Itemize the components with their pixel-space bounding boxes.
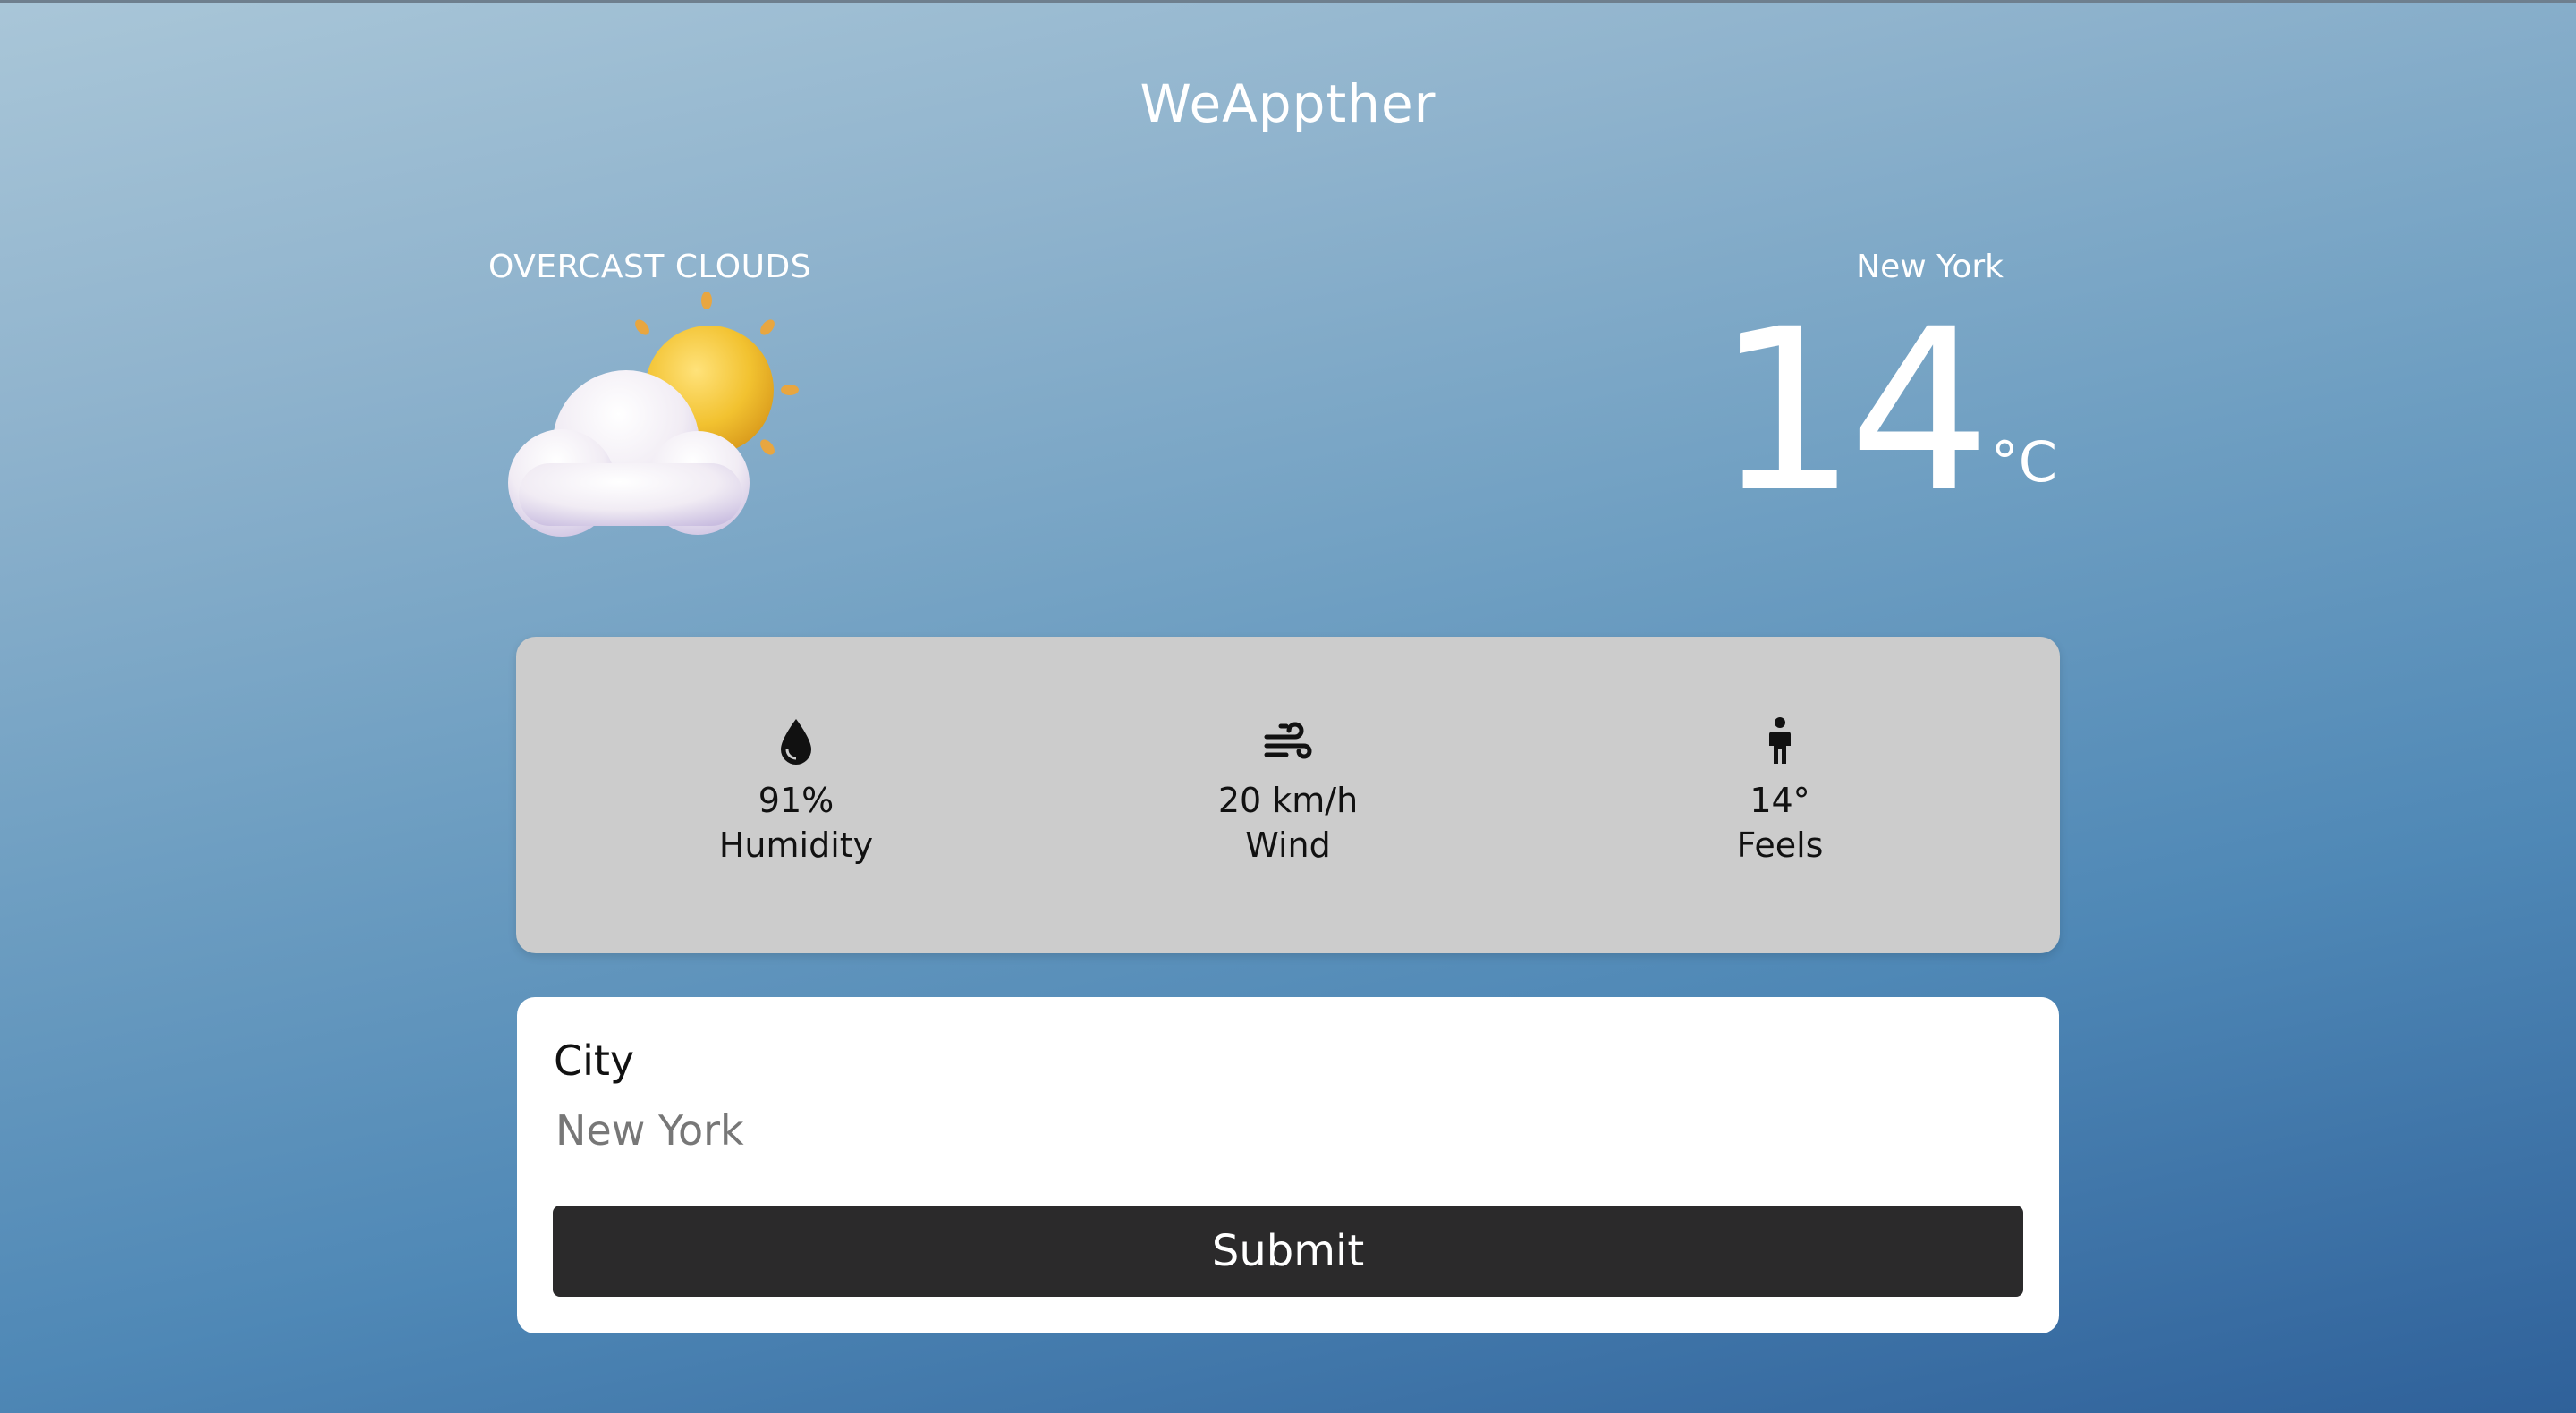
stats-card: 91% Humidity 20 km/h Wind 14° Feels [516,637,2060,953]
app-title: WeAppther [1140,73,1436,134]
submit-button[interactable]: Submit [553,1206,2023,1297]
stat-wind: 20 km/h Wind [1145,715,1431,867]
humidity-label: Humidity [718,825,874,865]
weather-condition: OVERCAST CLOUDS [488,249,812,285]
wind-label: Wind [1245,825,1331,865]
person-icon [1769,717,1791,764]
top-border [0,0,2576,3]
feels-value: 14° [1750,781,1810,820]
wind-value: 20 km/h [1217,781,1359,820]
temperature-value: 14 [1715,281,1991,541]
cloud-sun-icon [508,292,799,537]
stat-humidity: 91% Humidity [653,715,939,867]
city-field-label: City [554,1036,635,1085]
temperature-display: 14 °C [1715,281,2057,541]
city-input[interactable] [554,1095,2022,1166]
search-form: City Submit [517,997,2059,1333]
city-name: New York [1856,249,2004,285]
humidity-value: 91% [758,781,835,820]
stat-feels: 14° Feels [1637,715,1923,867]
temperature-unit: °C [1990,429,2057,495]
wind-icon [1264,722,1312,759]
water-drop-icon [781,719,811,765]
feels-label: Feels [1736,825,1824,865]
